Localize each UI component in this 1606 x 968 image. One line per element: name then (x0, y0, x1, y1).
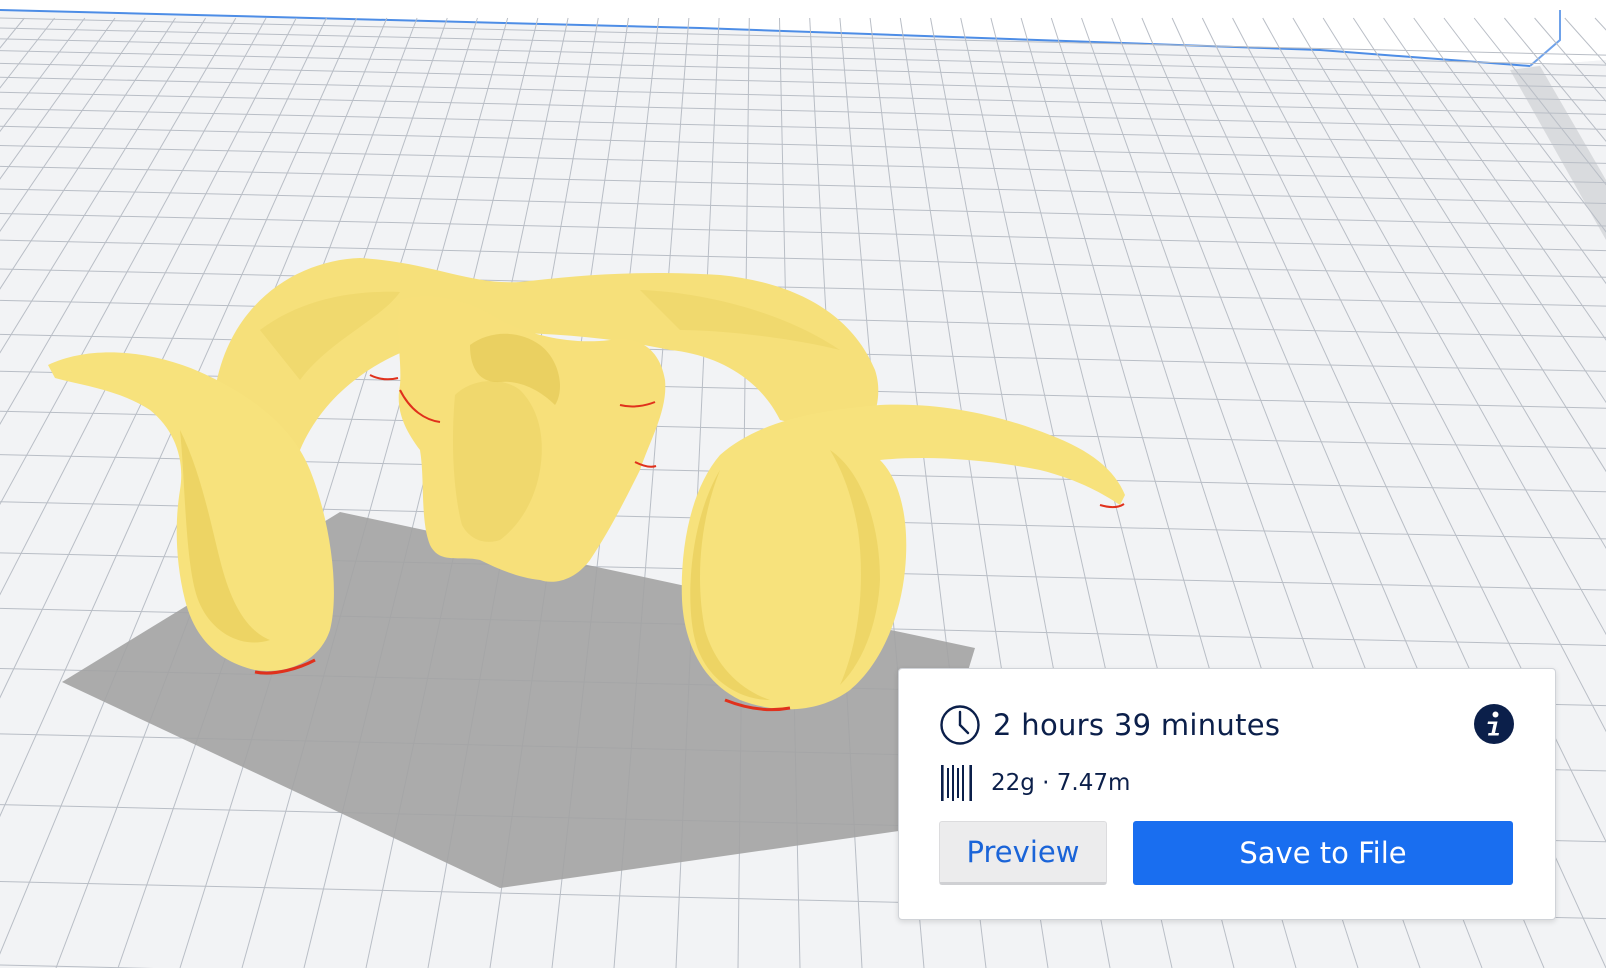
preview-button[interactable]: Preview (939, 821, 1107, 885)
material-usage: 22g · 7.47m (991, 770, 1131, 796)
spool-icon (939, 764, 975, 802)
print-time: 2 hours 39 minutes (993, 708, 1281, 742)
print-time-row: 2 hours 39 minutes (939, 703, 1280, 747)
save-to-file-button[interactable]: Save to File (1133, 821, 1513, 885)
material-row: 22g · 7.47m (939, 763, 1130, 803)
clock-icon (939, 704, 981, 746)
info-icon[interactable] (1473, 703, 1515, 745)
print-info-panel: 2 hours 39 minutes 22g · 7.47m Preview S… (898, 668, 1556, 920)
